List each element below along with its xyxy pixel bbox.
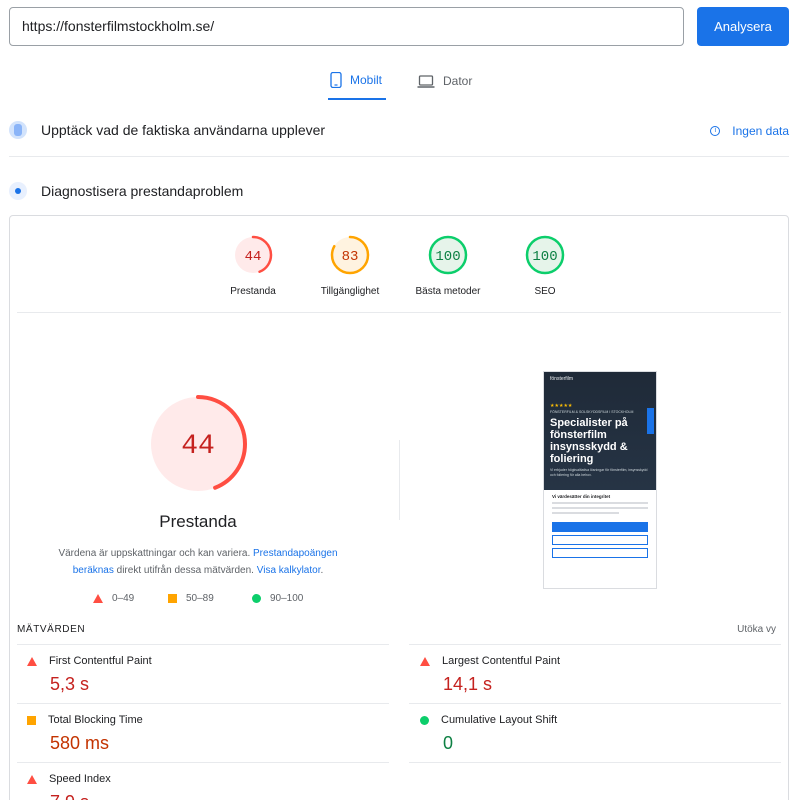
metric-divider [409, 703, 781, 704]
gauge-label: Tillgänglighet [320, 286, 380, 297]
note-text: . [320, 565, 324, 576]
legend-range: 0–49 [112, 593, 135, 604]
average-square-icon [27, 715, 36, 725]
gauge-ring: 83 [330, 235, 370, 275]
url-input[interactable]: https://fonsterfilmstockholm.se/ [9, 7, 684, 46]
gauge-score: 83 [342, 249, 359, 265]
triangle-icon [93, 594, 103, 603]
gauge-score: 44 [245, 249, 262, 265]
legend-range: 90–100 [270, 593, 304, 604]
metric-name: Cumulative Layout Shift [441, 714, 558, 726]
note-text: Värdena är uppskattningar och kan varier… [58, 548, 254, 559]
calculator-link[interactable]: Visa kalkylator [257, 565, 321, 576]
vertical-divider [399, 440, 400, 520]
page-screenshot: fönsterfilm ★★★★★ FÖNSTERFILM & SOLSKYDD… [543, 371, 657, 589]
metric-value: 580 ms [50, 733, 110, 753]
diagnose-icon [9, 182, 27, 200]
metrics-divider [409, 644, 781, 645]
gauge-score: 100 [532, 249, 557, 265]
note-text: direkt utifrån dessa mätvärden. [113, 565, 257, 576]
users-chart-icon [9, 121, 27, 139]
screenshot-accept-button [552, 522, 648, 532]
field-data-title: Upptäck vad de faktiska användarna upple… [41, 122, 326, 138]
metric-largest-contentful-paint: Largest Contentful Paint 14,1 s [420, 655, 792, 695]
no-data-label: Ingen data [732, 124, 789, 138]
tab-mobile[interactable]: Mobilt [328, 62, 386, 100]
metric-value: 0 [443, 733, 454, 753]
screenshot-hero: fönsterfilm ★★★★★ FÖNSTERFILM & SOLSKYDD… [544, 372, 656, 490]
metric-total-blocking-time: Total Blocking Time 580 ms [27, 714, 399, 754]
score-gauge-seo[interactable]: 100 SEO [500, 235, 590, 297]
score-gauge-performance[interactable]: 44 Prestanda [208, 235, 298, 297]
screenshot-deny-button [552, 548, 648, 558]
screenshot-settings-button [552, 535, 648, 545]
score-gauge-best-practices[interactable]: 100 Bästa metoder [403, 235, 493, 297]
metric-speed-index: Speed Index 7,9 s [27, 773, 399, 800]
metric-name: Speed Index [49, 773, 111, 785]
gauge-label: SEO [534, 286, 556, 297]
lab-data-section: Diagnostisera prestandaproblem [9, 182, 243, 200]
metric-name: First Contentful Paint [49, 655, 152, 667]
metric-divider [409, 762, 781, 763]
metric-first-contentful-paint: First Contentful Paint 5,3 s [27, 655, 399, 695]
screenshot-headline: Specialister på fönsterfilm insynsskydd … [550, 417, 628, 465]
tab-desktop[interactable]: Dator [415, 62, 475, 100]
screenshot-text-line [552, 512, 620, 514]
metric-value: 14,1 s [443, 674, 493, 694]
metric-value: 5,3 s [50, 674, 90, 694]
pass-circle-icon [420, 715, 429, 725]
screenshot-text-line [552, 507, 648, 509]
screenshot-logo: fönsterfilm [550, 376, 574, 382]
legend-average: 50–89 [168, 593, 214, 604]
info-icon: i [710, 126, 721, 136]
lab-data-title: Diagnostisera prestandaproblem [41, 183, 244, 199]
gauge-score: 44 [181, 431, 215, 462]
screenshot-subtext: Vi erbjuder högkvalitativa lösningar för… [550, 468, 648, 477]
tab-mobile-label: Mobilt [350, 73, 383, 87]
gauge-ring: 100 [525, 235, 565, 275]
performance-gauge: 44 [149, 395, 247, 493]
gauge-label: Prestanda [230, 286, 276, 297]
fail-triangle-icon [27, 774, 37, 784]
section-divider [9, 156, 789, 157]
field-data-section: Upptäck vad de faktiska användarna upple… [9, 121, 325, 139]
metrics-heading: MÄTVÄRDEN [17, 624, 86, 635]
legend-range: 50–89 [186, 593, 214, 604]
phone-icon [330, 72, 342, 88]
circle-icon [252, 594, 261, 603]
screenshot-stars: ★★★★★ [550, 403, 573, 409]
metric-name: Largest Contentful Paint [442, 655, 561, 667]
laptop-icon [417, 74, 435, 88]
square-icon [168, 594, 177, 603]
screenshot-consent-title: Vi värdesätter din integritet [552, 494, 611, 499]
analyze-button[interactable]: Analysera [697, 7, 789, 46]
metrics-divider [17, 644, 389, 645]
fail-triangle-icon [420, 656, 430, 666]
performance-title: Prestanda [159, 512, 237, 531]
gauge-label: Bästa metoder [415, 286, 481, 297]
gauge-ring: 100 [428, 235, 468, 275]
no-data-link[interactable]: i Ingen data [710, 124, 789, 138]
metric-value: 7,9 s [50, 792, 399, 800]
tab-desktop-label: Dator [443, 74, 473, 88]
fail-triangle-icon [27, 656, 37, 666]
metric-divider [17, 762, 389, 763]
screenshot-consent: Vi värdesätter din integritet [544, 490, 656, 562]
legend-pass: 90–100 [252, 593, 303, 604]
metric-cumulative-layout-shift: Cumulative Layout Shift 0 [420, 714, 792, 754]
expand-view-toggle[interactable]: Utöka vy [737, 624, 776, 635]
metric-name: Total Blocking Time [48, 714, 143, 726]
gauges-divider [17, 312, 781, 313]
screenshot-side-button [647, 408, 654, 434]
gauge-score: 100 [435, 249, 460, 265]
gauge-ring: 44 [233, 235, 273, 275]
score-gauge-accessibility[interactable]: 83 Tillgänglighet [305, 235, 395, 297]
metric-divider [17, 703, 389, 704]
legend-fail: 0–49 [93, 593, 134, 604]
screenshot-kicker: FÖNSTERFILM & SOLSKYDDSFILM I STOCKHOLM [550, 410, 634, 414]
screenshot-text-line [552, 502, 648, 504]
performance-note: Värdena är uppskattningar och kan varier… [48, 545, 348, 579]
